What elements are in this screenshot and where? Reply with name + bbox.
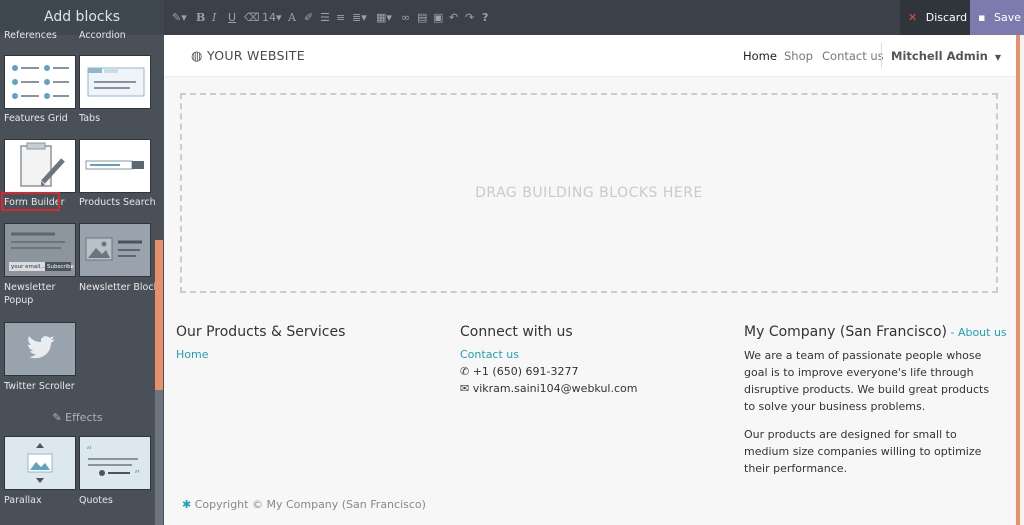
nav-contact-us[interactable]: Contact us <box>822 49 884 63</box>
font-color-icon[interactable]: A <box>288 0 296 35</box>
block-label-features-grid: Features Grid <box>4 113 68 124</box>
add-blocks-panel: Add blocks References Accordion Features… <box>0 0 164 525</box>
website-preview: ◍ YOUR WEBSITE Home Shop Contact us Mitc… <box>164 35 1016 525</box>
globe-icon: ◍ <box>191 49 203 64</box>
link-icon[interactable]: ∞ <box>401 0 410 35</box>
form-builder-highlight <box>1 192 60 211</box>
footer-copyright: ✱ Copyright © My Company (San Francisco) <box>182 496 426 513</box>
block-label-quotes: Quotes <box>79 495 113 506</box>
save-label: Save <box>993 11 1021 24</box>
phone-text: +1 (650) 691-3277 <box>472 365 579 378</box>
font-size-select[interactable]: 14▾ <box>262 0 282 35</box>
block-label-tabs: Tabs <box>79 113 101 124</box>
title-separator: - <box>946 326 958 339</box>
website-scrollbar-edge <box>1020 35 1024 525</box>
redo-icon[interactable]: ↷ <box>465 0 474 35</box>
file-icon[interactable]: ▤ <box>417 0 427 35</box>
newsletter-popup-thumbnail: your email... Subscribe <box>4 223 76 277</box>
footer-home-link[interactable]: Home <box>176 348 208 361</box>
block-label-twitter-scroller: Twitter Scroller <box>4 381 75 392</box>
about-us-link[interactable]: About us <box>958 326 1007 339</box>
table-icon[interactable]: ▦▾ <box>376 0 392 35</box>
newsletter-block-thumbnail <box>79 223 151 277</box>
tabs-thumbnail <box>79 55 151 109</box>
phone-icon: ✆ <box>460 365 470 378</box>
drop-zone-text: DRAG BUILDING BLOCKS HERE <box>475 185 703 201</box>
block-label-accordion: Accordion <box>79 30 126 41</box>
discard-button[interactable]: ✕ Discard <box>900 0 970 35</box>
parallax-thumbnail <box>4 436 76 490</box>
block-label-references: References <box>4 30 57 41</box>
numbered-list-icon[interactable]: ≡ <box>336 0 345 35</box>
form-builder-thumbnail <box>4 139 76 193</box>
footer-company-paragraph-1: We are a team of passionate people whose… <box>744 349 990 413</box>
twitter-scroller-thumbnail <box>4 322 76 376</box>
close-icon: ✕ <box>908 11 918 24</box>
newsletter-thumb-input: your email... <box>11 264 46 270</box>
svg-text:”: ” <box>134 468 140 482</box>
block-label-newsletter-popup: Newsletter Popup <box>4 282 56 306</box>
align-icon[interactable]: ≣▾ <box>352 0 367 35</box>
products-search-thumbnail <box>79 139 151 193</box>
footer-products-title: Our Products & Services <box>176 324 346 340</box>
caret-down-icon: ▼ <box>994 53 1001 62</box>
newsletter-thumb-button: Subscribe <box>47 264 75 270</box>
bullet-list-icon[interactable]: ☰ <box>320 0 330 35</box>
footer-phone: ✆ +1 (650) 691-3277 <box>460 363 578 380</box>
block-label-products-search: Products Search <box>79 197 156 208</box>
save-button[interactable]: ▪ Save <box>970 0 1024 35</box>
eraser-icon[interactable]: ⌫ <box>244 0 260 35</box>
bug-icon: ✱ <box>182 498 192 511</box>
user-name: Mitchell Admin <box>891 49 988 63</box>
footer-company-paragraph-2: Our products are designed for small to m… <box>744 428 982 475</box>
footer-connect-title: Connect with us <box>460 324 573 340</box>
footer-email: ✉ vikram.saini104@webkul.com <box>460 380 637 397</box>
style-wand-icon[interactable]: ✎▾ <box>172 0 187 35</box>
logo-text: YOUR WEBSITE <box>206 48 305 63</box>
panel-scrollbar-thumb[interactable] <box>155 240 163 390</box>
website-navbar: ◍ YOUR WEBSITE Home Shop Contact us Mitc… <box>164 35 1016 77</box>
features-grid-thumbnail <box>4 55 76 109</box>
floppy-icon: ▪ <box>978 11 986 24</box>
company-name: My Company (San Francisco) <box>744 324 947 340</box>
underline-icon[interactable]: U <box>228 0 236 35</box>
image-icon[interactable]: ▣ <box>433 0 443 35</box>
font-size-value: 14 <box>262 11 276 24</box>
email-text: vikram.saini104@webkul.com <box>472 382 638 395</box>
user-menu[interactable]: Mitchell Admin ▼ <box>891 49 1001 63</box>
svg-text:“: “ <box>86 444 92 458</box>
copyright-text: Copyright © My Company (San Francisco) <box>194 498 426 511</box>
undo-icon[interactable]: ↶ <box>449 0 458 35</box>
effects-section-title: ✎ Effects <box>0 411 155 424</box>
website-logo[interactable]: ◍ YOUR WEBSITE <box>191 48 305 64</box>
nav-home[interactable]: Home <box>743 49 777 63</box>
footer-company-title: My Company (San Francisco) - About us <box>744 324 1007 340</box>
quotes-thumbnail: “ ” <box>79 436 151 490</box>
help-icon[interactable]: ? <box>482 0 488 35</box>
bold-icon[interactable]: B <box>196 0 205 35</box>
block-label-newsletter-block: Newsletter Block <box>79 282 160 293</box>
footer-contact-link[interactable]: Contact us <box>460 348 519 361</box>
block-label-parallax: Parallax <box>4 495 42 506</box>
envelope-icon: ✉ <box>460 382 470 395</box>
effects-label: Effects <box>65 411 103 424</box>
italic-icon[interactable]: I <box>212 0 216 35</box>
drop-zone[interactable]: DRAG BUILDING BLOCKS HERE <box>180 93 998 293</box>
discard-label: Discard <box>925 11 968 24</box>
nav-shop[interactable]: Shop <box>784 49 813 63</box>
wand-icon: ✎ <box>52 411 62 424</box>
highlight-pen-icon[interactable]: ✐ <box>304 0 313 35</box>
editor-toolbar: ✎▾ B I U ⌫ 14▾ A ✐ ☰ ≡ ≣▾ ▦▾ ∞ ▤ ▣ ↶ ↷ ? <box>164 0 1024 35</box>
